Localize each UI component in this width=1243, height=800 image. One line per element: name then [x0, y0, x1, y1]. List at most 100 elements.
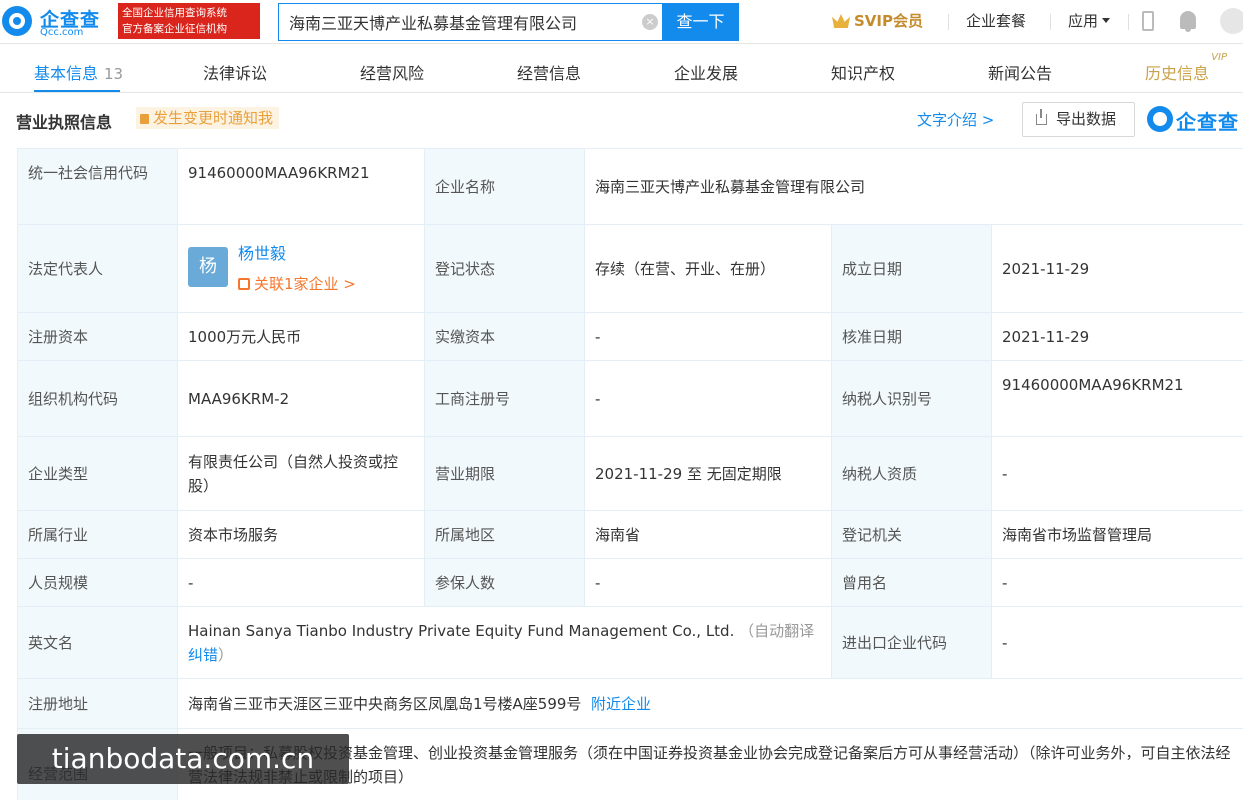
- tab-legal[interactable]: 法律诉讼: [203, 60, 267, 84]
- org-code-label: 组织机构代码: [17, 360, 178, 437]
- qcc-logo[interactable]: 企查查 Qcc.com: [0, 2, 112, 42]
- taxpayer-id-value: 91460000MAA96KRM21: [990, 360, 1243, 437]
- region-value: 海南省: [584, 510, 832, 559]
- export-label: 导出数据: [1056, 110, 1117, 128]
- industry-label: 所属行业: [17, 510, 178, 559]
- tab-basic-info[interactable]: 基本信息 13: [34, 60, 123, 84]
- search-input[interactable]: [289, 4, 639, 40]
- clear-icon[interactable]: ×: [642, 14, 658, 30]
- export-button[interactable]: 导出数据: [1022, 102, 1135, 137]
- logo-icon: [1147, 106, 1173, 132]
- phone-icon[interactable]: [1142, 11, 1154, 31]
- import-export-value: -: [990, 606, 1243, 679]
- active-tab-indicator: [34, 90, 120, 92]
- credit-code-value[interactable]: 91460000MAA96KRM21: [177, 148, 425, 225]
- chevron-down-icon: [1102, 18, 1111, 23]
- paid-capital-value: -: [584, 312, 832, 361]
- table-row: 组织机构代码 MAA96KRM-2 工商注册号 - 纳税人识别号 9146000…: [17, 360, 1243, 437]
- reg-status-value: 存续（在营、开业、在册）: [584, 224, 832, 313]
- divider: [1050, 14, 1051, 30]
- legal-rep-label: 法定代表人: [17, 224, 178, 313]
- avatar[interactable]: [1220, 8, 1243, 34]
- tab-label: 历史信息: [1145, 64, 1210, 83]
- correct-link[interactable]: 纠错: [188, 646, 218, 664]
- company-name-value[interactable]: 海南三亚天博产业私募基金管理有限公司: [583, 148, 1243, 225]
- approval-date-value: 2021-11-29: [990, 312, 1243, 361]
- region-label: 所属地区: [424, 510, 585, 559]
- taxpayer-id-label: 纳税人识别号: [831, 360, 992, 437]
- reg-capital-value: 1000万元人民币: [177, 312, 425, 361]
- table-row: 统一社会信用代码 91460000MAA96KRM21 企业名称 海南三亚天博产…: [17, 148, 1243, 225]
- import-export-label: 进出口企业代码: [831, 606, 992, 679]
- address-cell: 海南省三亚市天涯区三亚中央商务区凤凰岛1号楼A座599号 附近企业: [176, 678, 1243, 729]
- search-button[interactable]: 查一下: [662, 3, 739, 41]
- svip-link[interactable]: SVIP会员: [832, 10, 923, 31]
- related-companies-link[interactable]: 关联1家企业 >: [238, 272, 356, 296]
- tab-news[interactable]: 新闻公告: [988, 60, 1052, 84]
- official-badge[interactable]: 全国企业信用查询系统 官方备案企业征信机构: [118, 3, 260, 39]
- download-icon: [1036, 109, 1047, 125]
- biz-reg-no-label: 工商注册号: [424, 360, 585, 437]
- tab-ip[interactable]: 知识产权: [831, 60, 895, 84]
- text-intro-link[interactable]: 文字介绍 >: [917, 109, 994, 130]
- company-type-label: 企业类型: [17, 436, 178, 511]
- table-row: 英文名 Hainan Sanya Tianbo Industry Private…: [17, 606, 1243, 679]
- tab-development[interactable]: 企业发展: [674, 60, 738, 84]
- insured-value: -: [584, 558, 832, 607]
- found-date-label: 成立日期: [831, 224, 992, 313]
- notify-button[interactable]: 发生变更时通知我: [136, 107, 280, 129]
- insured-label: 参保人数: [424, 558, 585, 607]
- search-box: ×: [278, 3, 662, 41]
- tab-risk[interactable]: 经营风险: [360, 60, 424, 84]
- english-name-label: 英文名: [17, 606, 178, 679]
- related-label: 关联1家企业 >: [254, 274, 356, 293]
- table-row: 人员规模 - 参保人数 - 曾用名 -: [17, 558, 1243, 607]
- former-name-value: -: [990, 558, 1243, 607]
- taxpayer-qual-value: -: [990, 436, 1243, 511]
- reg-status-label: 登记状态: [424, 224, 585, 313]
- table-row: 注册地址 海南省三亚市天涯区三亚中央商务区凤凰岛1号楼A座599号 附近企业: [17, 678, 1243, 729]
- package-link[interactable]: 企业套餐: [966, 10, 1026, 31]
- approval-date-label: 核准日期: [831, 312, 992, 361]
- reg-capital-label: 注册资本: [17, 312, 178, 361]
- logo-domain: Qcc.com: [40, 27, 84, 38]
- license-info-table: 统一社会信用代码 91460000MAA96KRM21 企业名称 海南三亚天博产…: [17, 148, 1243, 800]
- divider: [1128, 14, 1129, 30]
- apps-menu[interactable]: 应用: [1068, 10, 1111, 31]
- legal-rep-avatar[interactable]: 杨: [188, 246, 228, 287]
- table-row: 所属行业 资本市场服务 所属地区 海南省 登记机关 海南省市场监督管理局: [17, 510, 1243, 559]
- biz-term-label: 营业期限: [424, 436, 585, 511]
- top-bar: 企查查 Qcc.com 全国企业信用查询系统 官方备案企业征信机构 × 查一下 …: [0, 0, 1243, 44]
- paid-capital-label: 实缴资本: [424, 312, 585, 361]
- credit-code-label: 统一社会信用代码: [17, 148, 178, 225]
- former-name-label: 曾用名: [831, 558, 992, 607]
- found-date-value: 2021-11-29: [990, 224, 1243, 313]
- tab-bar: 基本信息 13 法律诉讼 经营风险 经营信息 企业发展 知识产权 新闻公告 历史信…: [0, 45, 1243, 93]
- staff-size-label: 人员规模: [17, 558, 178, 607]
- section-title: 营业执照信息: [16, 113, 113, 132]
- biz-term-value: 2021-11-29 至 无固定期限: [584, 436, 832, 511]
- svip-label: SVIP会员: [854, 12, 923, 30]
- vip-badge: VIP: [1211, 52, 1228, 63]
- tab-count: 13: [104, 65, 124, 83]
- authority-value: 海南省市场监督管理局: [990, 510, 1243, 559]
- taxpayer-qual-label: 纳税人资质: [831, 436, 992, 511]
- bell-icon: [140, 114, 149, 124]
- close-paren: ）: [218, 645, 234, 664]
- tab-history[interactable]: 历史信息 VIP: [1145, 52, 1227, 84]
- nearby-companies-link[interactable]: 附近企业: [591, 695, 651, 713]
- relation-icon: [238, 277, 250, 290]
- tab-business[interactable]: 经营信息: [517, 60, 581, 84]
- apps-label: 应用: [1068, 12, 1099, 30]
- bell-icon[interactable]: [1180, 11, 1196, 32]
- badge-line-1: 全国企业信用查询系统: [122, 7, 227, 19]
- english-name-cell: Hainan Sanya Tianbo Industry Private Equ…: [177, 606, 832, 679]
- table-row: 注册资本 1000万元人民币 实缴资本 - 核准日期 2021-11-29: [17, 312, 1243, 361]
- auto-translate-note: （自动翻译: [739, 621, 815, 640]
- table-row: 法定代表人 杨 杨世毅 关联1家企业 > 登记状态 存续（在营、开业、在册） 成…: [17, 224, 1243, 313]
- legal-rep-name-link[interactable]: 杨世毅: [238, 242, 286, 266]
- address-value: 海南省三亚市天涯区三亚中央商务区凤凰岛1号楼A座599号: [188, 694, 582, 713]
- brand-text: 企查查: [1176, 110, 1239, 134]
- org-code-value: MAA96KRM-2: [177, 360, 425, 437]
- address-label: 注册地址: [17, 678, 178, 729]
